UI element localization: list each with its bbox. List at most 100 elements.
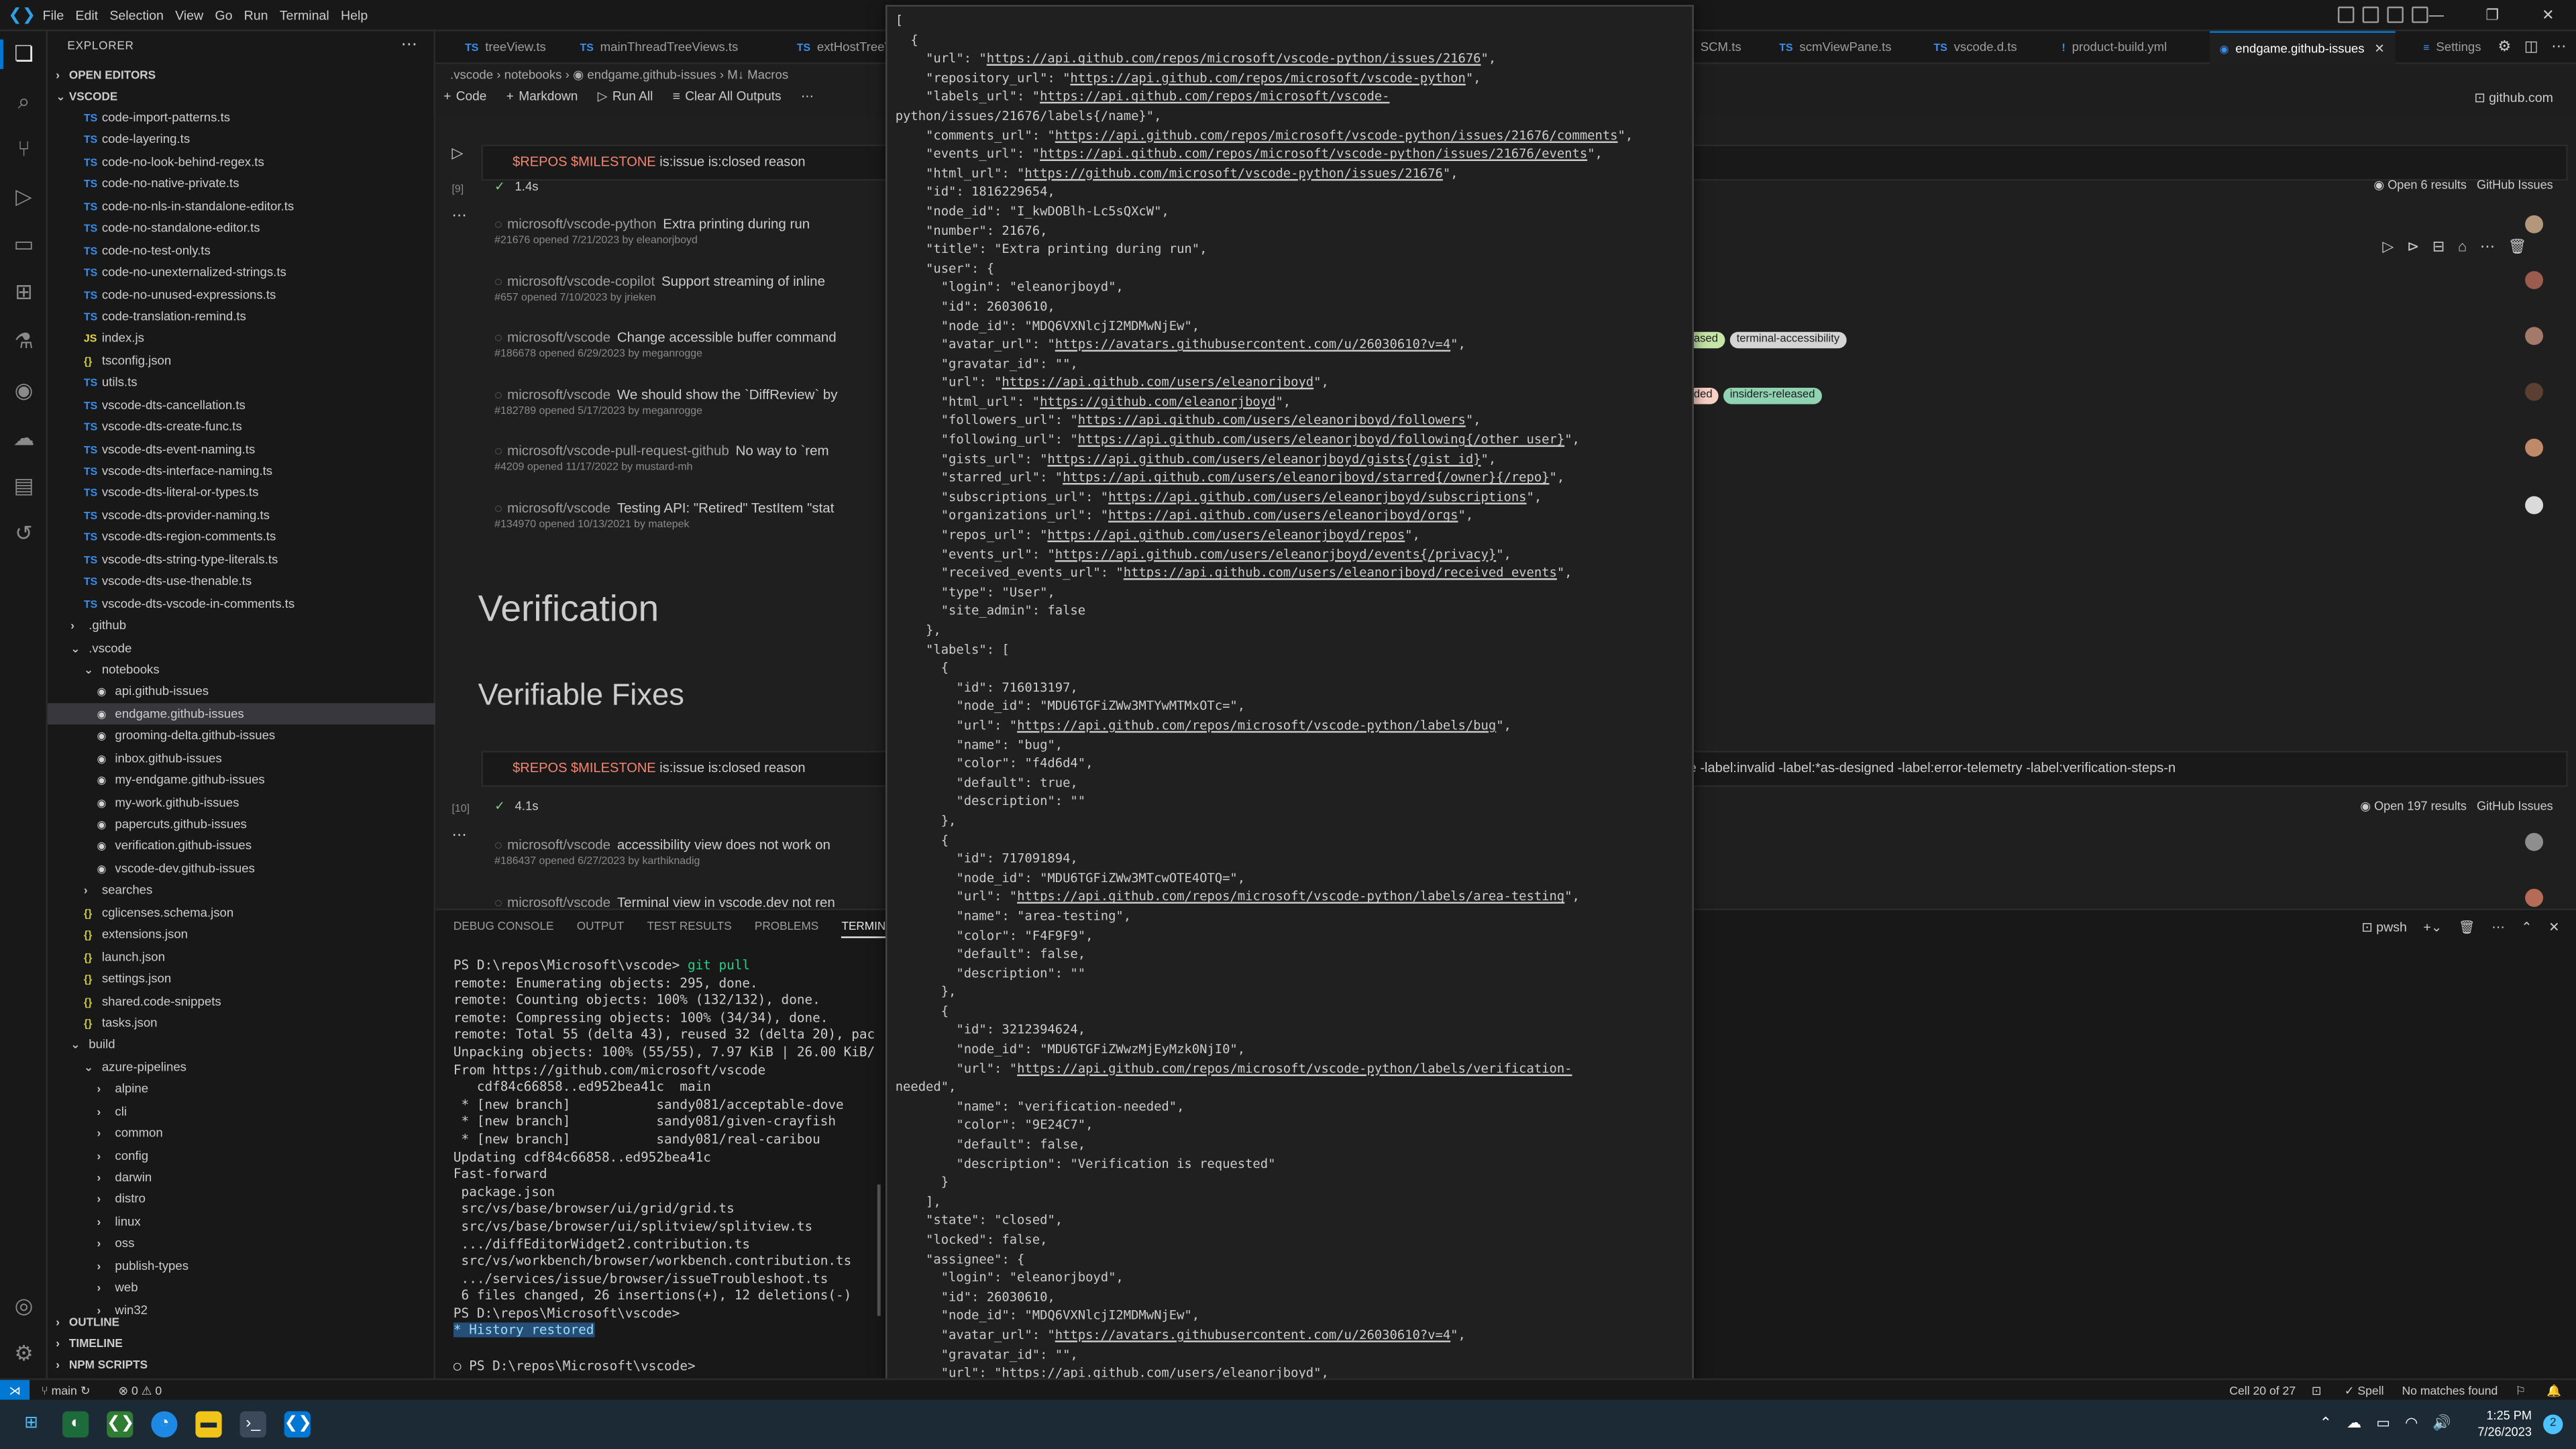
- tree-item[interactable]: ◉ my-work.github-issues: [48, 791, 435, 813]
- tree-item[interactable]: TS vscode-dts-string-type-literals.ts: [48, 548, 435, 570]
- cell-position[interactable]: Cell 20 of 27: [2229, 1380, 2296, 1401]
- tree-item[interactable]: JS index.js: [48, 327, 435, 350]
- tree-item[interactable]: {} launch.json: [48, 946, 435, 968]
- tree-item[interactable]: TS vscode-dts-vscode-in-comments.ts: [48, 592, 435, 614]
- panel-more-icon[interactable]: ⋯: [2491, 920, 2505, 934]
- accounts-status-icon[interactable]: ⚐: [2515, 1380, 2526, 1401]
- tree-item[interactable]: TS code-no-unexternalized-strings.ts: [48, 262, 435, 284]
- browser-icon[interactable]: ◔: [151, 1411, 178, 1438]
- toggle-primary-sidebar-icon[interactable]: [2337, 6, 2355, 23]
- tree-item[interactable]: TS code-no-native-private.ts: [48, 173, 435, 195]
- menu-item-selection[interactable]: Selection: [109, 0, 175, 32]
- tab-scm-ts[interactable]: SCM.ts: [1690, 32, 1751, 64]
- menu-item-go[interactable]: Go: [215, 0, 244, 32]
- npm-scripts-section[interactable]: › NPM SCRIPTS: [48, 1355, 435, 1377]
- execute-above-icon[interactable]: ▷: [2382, 238, 2394, 256]
- issue-item[interactable]: ◌ microsoft/vscode accessibility view does…: [494, 837, 830, 868]
- panel-tab-problems[interactable]: PROBLEMS: [755, 922, 818, 938]
- json-url-link[interactable]: https://api.github.com/repos/microsoft/v…: [987, 51, 1481, 66]
- tree-item[interactable]: TS code-translation-remind.ts: [48, 305, 435, 327]
- tree-item[interactable]: {} extensions.json: [48, 924, 435, 946]
- json-url-link[interactable]: https://api.github.com/repos/microsoft/v…: [1017, 1061, 1572, 1075]
- breadcrumb[interactable]: .vscode › notebooks › ◉ endgame.github-i…: [450, 67, 788, 82]
- maximize-panel-icon[interactable]: ⌃: [2521, 920, 2532, 934]
- split-cell-icon[interactable]: ⊟: [2432, 238, 2445, 256]
- close-panel-icon[interactable]: ✕: [2548, 920, 2559, 934]
- edge-browser-icon[interactable]: ◐: [62, 1411, 89, 1438]
- terminal-app-icon[interactable]: ›_: [239, 1411, 266, 1438]
- tree-item[interactable]: ◉ verification.github-issues: [48, 835, 435, 857]
- close-icon[interactable]: ✕: [2520, 0, 2576, 32]
- tree-item[interactable]: ⌄ azure-pipelines: [48, 1056, 435, 1078]
- tree-item[interactable]: ◉ my-endgame.github-issues: [48, 769, 435, 791]
- vscode-app-icon[interactable]: ❮❯: [284, 1411, 312, 1438]
- file-explorer-icon[interactable]: ▬: [195, 1411, 222, 1438]
- tree-item[interactable]: ⌄ notebooks: [48, 659, 435, 681]
- terminal-shell-selector[interactable]: ⊡ pwsh: [2361, 920, 2407, 934]
- tree-item[interactable]: ◉ grooming-delta.github-issues: [48, 725, 435, 747]
- branch-indicator[interactable]: ⑂ main ↻: [41, 1380, 90, 1401]
- tree-item[interactable]: ◉ api.github-issues: [48, 681, 435, 703]
- json-url-link[interactable]: https://api.github.com/users/eleanorjboy…: [1108, 489, 1526, 504]
- tree-item[interactable]: › alpine: [48, 1078, 435, 1100]
- json-url-link[interactable]: https://avatars.githubusercontent.com/u/…: [1055, 1328, 1450, 1342]
- start-windows-icon[interactable]: ⊞: [18, 1411, 44, 1438]
- tree-item[interactable]: TS code-no-nls-in-standalone-editor.ts: [48, 195, 435, 217]
- menu-item-help[interactable]: Help: [341, 0, 379, 32]
- docker-icon[interactable]: ☁: [10, 424, 38, 452]
- add-markdown-cell-button[interactable]: + Markdown: [506, 89, 578, 111]
- tree-item[interactable]: TS vscode-dts-provider-naming.ts: [48, 504, 435, 527]
- menu-item-file[interactable]: File: [43, 0, 76, 32]
- json-url-link[interactable]: https://api.github.com/repos/microsoft/v…: [1017, 890, 1564, 904]
- notification-badge[interactable]: 2: [2543, 1414, 2563, 1434]
- menu-item-view[interactable]: View: [175, 0, 215, 32]
- tree-item[interactable]: › searches: [48, 879, 435, 902]
- json-url-link[interactable]: https://api.github.com/repos/microsoft/v…: [1017, 718, 1496, 733]
- tree-item[interactable]: TS utils.ts: [48, 372, 435, 394]
- tree-item[interactable]: ◉ endgame.github-issues: [48, 702, 435, 725]
- tree-item[interactable]: {} shared.code-snippets: [48, 990, 435, 1012]
- remote-indicator-icon[interactable]: ⋊: [0, 1380, 30, 1401]
- tree-item[interactable]: › cli: [48, 1100, 435, 1122]
- json-url-link[interactable]: https://api.github.com/repos/microsoft/v…: [1055, 127, 1618, 142]
- extensions-icon[interactable]: ⊞: [10, 278, 38, 306]
- onedrive-icon[interactable]: ☁: [2347, 1415, 2361, 1433]
- chevron-up-icon[interactable]: ⌃: [2320, 1415, 2332, 1433]
- json-url-link[interactable]: https://api.github.com/users/eleanorjboy…: [1124, 566, 1557, 580]
- volume-icon[interactable]: 🔊: [2432, 1415, 2451, 1433]
- issue-item[interactable]: ◌ microsoft/vscode-pull-request-github No …: [494, 442, 828, 474]
- tree-item[interactable]: TS code-no-unused-expressions.ts: [48, 283, 435, 305]
- panel-tab-test-results[interactable]: TEST RESULTS: [647, 922, 732, 938]
- manage-gear-icon[interactable]: ⚙: [10, 1339, 38, 1367]
- menu-item-run[interactable]: Run: [244, 0, 280, 32]
- tree-item[interactable]: TS code-no-standalone-editor.ts: [48, 217, 435, 239]
- json-url-link[interactable]: https://github.com/microsoft/vscode-pyth…: [1024, 166, 1442, 180]
- timeline-icon[interactable]: ↺: [10, 519, 38, 547]
- tree-item[interactable]: TS vscode-dts-use-thenable.ts: [48, 570, 435, 592]
- comments-icon[interactable]: ▤: [10, 472, 38, 500]
- tree-item[interactable]: ◉ papercuts.github-issues: [48, 813, 435, 835]
- tree-item[interactable]: ⌄ build: [48, 1034, 435, 1056]
- json-url-link[interactable]: https://api.github.com/users/eleanorjboy…: [1047, 527, 1405, 542]
- tree-item[interactable]: TS vscode-dts-event-naming.ts: [48, 438, 435, 460]
- output-more-icon[interactable]: ⋯: [451, 826, 466, 845]
- display-icon[interactable]: ▭: [2376, 1415, 2390, 1433]
- notifications-bell-icon[interactable]: 🔔: [2546, 1380, 2561, 1401]
- json-url-link[interactable]: https://api.github.com/repos/microsoft/v…: [1040, 146, 1587, 161]
- tab-close-icon[interactable]: ✕: [2374, 41, 2385, 56]
- tree-item[interactable]: TS code-import-patterns.ts: [48, 107, 435, 129]
- source-control-icon[interactable]: ⑂: [10, 135, 38, 163]
- search-icon[interactable]: ⌕: [10, 87, 38, 115]
- json-url-link[interactable]: https://api.github.com/users/eleanorjboy…: [1002, 375, 1313, 390]
- split-editor-icon[interactable]: ◫: [2524, 38, 2538, 56]
- tree-item[interactable]: › darwin: [48, 1167, 435, 1189]
- clear-outputs-button[interactable]: ≡ Clear All Outputs: [673, 89, 782, 111]
- tree-item[interactable]: {} tsconfig.json: [48, 350, 435, 372]
- open-editors-section[interactable]: › OPEN EDITORS: [48, 66, 435, 87]
- output-more-icon[interactable]: ⋯: [451, 207, 466, 225]
- new-terminal-icon[interactable]: +⌄: [2423, 920, 2442, 934]
- open-results-link[interactable]: Open 197 results: [2374, 798, 2467, 813]
- tree-item[interactable]: TS code-no-test-only.ts: [48, 239, 435, 262]
- tree-item[interactable]: TS code-layering.ts: [48, 129, 435, 151]
- tree-item[interactable]: TS vscode-dts-cancellation.ts: [48, 394, 435, 416]
